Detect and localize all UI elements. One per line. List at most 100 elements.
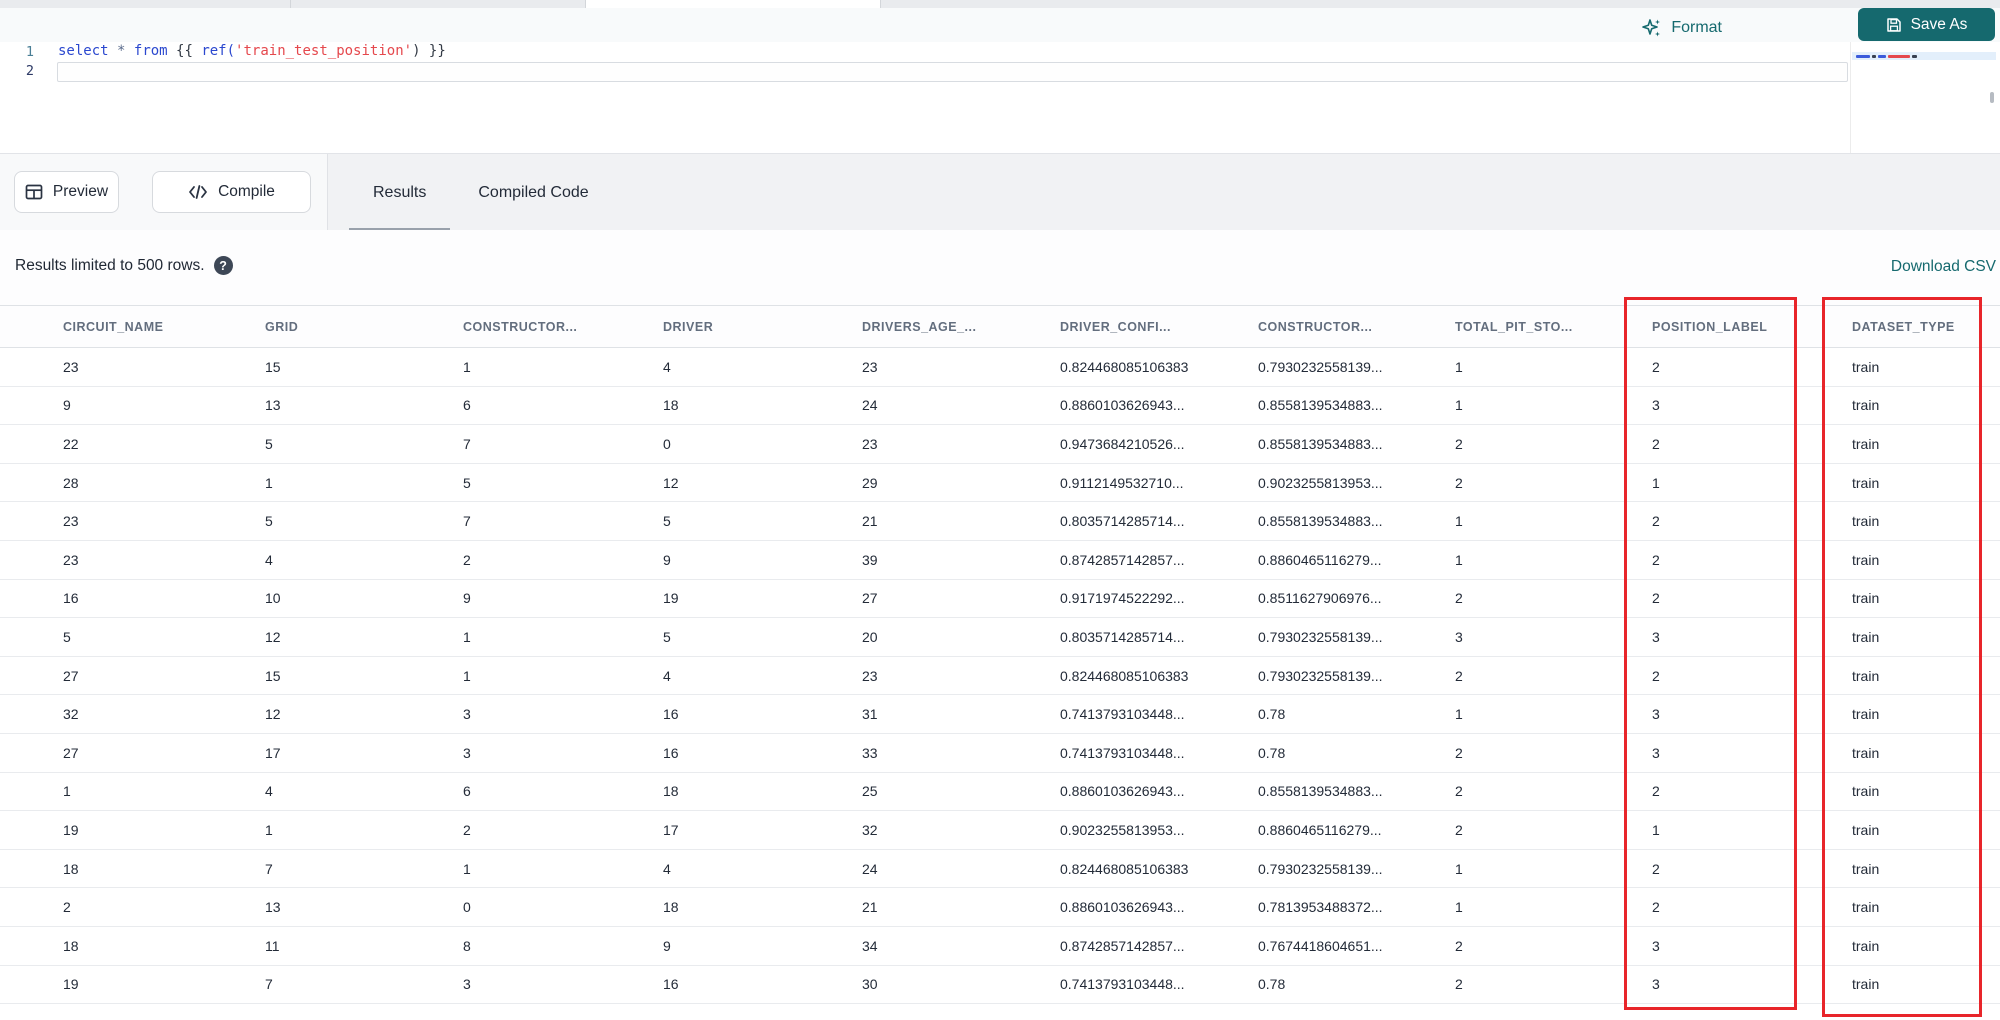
line-number-1: 1 xyxy=(25,44,34,60)
active-line-highlight xyxy=(57,62,1848,82)
preview-button[interactable]: Preview xyxy=(14,171,119,213)
table-cell: 2 xyxy=(1652,860,1660,877)
table-cell: 12 xyxy=(265,628,281,645)
save-as-button[interactable]: Save As xyxy=(1858,8,1995,41)
table-cell: 0.78 xyxy=(1258,744,1286,761)
table-cell: train xyxy=(1852,744,1880,761)
table-cell: 15 xyxy=(265,667,281,684)
table-cell: 5 xyxy=(663,513,671,530)
line-number-2: 2 xyxy=(25,63,34,79)
table-cell: train xyxy=(1852,628,1880,645)
table-cell: 39 xyxy=(862,551,878,568)
table-cell: 3 xyxy=(463,976,471,993)
results-table-header: CIRCUIT_NAME GRID CONSTRUCTOR... DRIVER DRIV… xyxy=(0,305,2000,348)
table-cell: 1 xyxy=(1652,474,1660,491)
table-cell: train xyxy=(1852,551,1880,568)
table-cell: 18 xyxy=(663,783,679,800)
column-header-constructor: CONSTRUCTOR... xyxy=(463,319,578,334)
table-cell: 4 xyxy=(265,551,273,568)
results-info-bar: Results limited to 500 rows. ? Download … xyxy=(0,230,2000,305)
table-row: 19 7 3 16 30 0.7413793103448... 0.78 2 3 train xyxy=(0,965,2000,1005)
table-cell: 10 xyxy=(265,590,281,607)
column-header-position_label: POSITION_LABEL xyxy=(1652,319,1768,334)
table-cell: 2 xyxy=(1455,667,1463,684)
table-cell: 5 xyxy=(265,513,273,530)
table-row: 18 7 1 4 24 0.824468085106383 0.7930232558139.… xyxy=(0,849,2000,889)
table-cell: 33 xyxy=(862,744,878,761)
compile-button[interactable]: Compile xyxy=(152,171,311,213)
column-header-driver: DRIVER xyxy=(663,319,714,334)
download-csv-link[interactable]: Download CSV xyxy=(1891,258,1996,276)
tab-separator xyxy=(880,0,881,8)
editor-minimap[interactable] xyxy=(1850,42,1996,153)
column-header-constructor: CONSTRUCTOR... xyxy=(1258,319,1373,334)
table-cell: 13 xyxy=(265,397,281,414)
table-cell: 0.824468085106383 xyxy=(1060,358,1189,375)
table-cell: 27 xyxy=(63,667,79,684)
table-cell: 0 xyxy=(463,899,471,916)
code-token-keyword: select xyxy=(58,43,109,59)
table-cell: 0.8035714285714... xyxy=(1060,628,1185,645)
results-limit-text: Results limited to 500 rows. xyxy=(15,256,205,274)
table-cell: 1 xyxy=(463,860,471,877)
table-cell: train xyxy=(1852,513,1880,530)
table-cell: 5 xyxy=(463,474,471,491)
table-row: 22 5 7 0 23 0.9473684210526... 0.8558139534883… xyxy=(0,425,2000,464)
tab-compiled-code[interactable]: Compiled Code xyxy=(452,154,614,231)
table-row: 23 5 7 5 21 0.8035714285714... 0.8558139534883… xyxy=(0,502,2000,541)
table-cell: 7 xyxy=(463,435,471,452)
table-cell: 2 xyxy=(1652,358,1660,375)
column-header-grid: GRID xyxy=(265,319,299,334)
table-cell: 0.7413793103448... xyxy=(1060,976,1185,993)
table-cell: 30 xyxy=(862,976,878,993)
compile-button-label: Compile xyxy=(218,183,275,200)
table-row: 2 13 0 18 21 0.8860103626943... 0.781395348837… xyxy=(0,888,2000,927)
minimap-slider[interactable] xyxy=(1990,92,1994,103)
table-row: 19 1 2 17 32 0.9023255813953... 0.886046511627… xyxy=(0,811,2000,850)
table-cell: 0.8558139534883... xyxy=(1258,397,1383,414)
table-cell: 0.7930232558139... xyxy=(1258,860,1383,877)
table-cell: 2 xyxy=(1652,551,1660,568)
table-cell: 23 xyxy=(63,513,79,530)
help-icon[interactable]: ? xyxy=(213,256,233,275)
minimap-highlighted-line xyxy=(1852,52,1996,60)
table-cell: 0.9023255813953... xyxy=(1060,821,1185,838)
table-cell: 16 xyxy=(663,744,679,761)
table-cell: 3 xyxy=(1652,397,1660,414)
table-cell: 1 xyxy=(463,358,471,375)
table-cell: 1 xyxy=(265,821,273,838)
column-header-driver_confi: DRIVER_CONFI... xyxy=(1060,319,1171,334)
table-cell: 7 xyxy=(265,976,273,993)
table-grid-icon xyxy=(25,183,43,201)
table-cell: 18 xyxy=(63,937,79,954)
table-cell: 0.7930232558139... xyxy=(1258,667,1383,684)
code-token-plain: {{ xyxy=(167,43,202,59)
table-cell: 12 xyxy=(265,706,281,723)
sql-code-editor[interactable]: 1 2 select * from {{ ref('train_test_pos… xyxy=(0,42,2000,153)
table-cell: 18 xyxy=(63,860,79,877)
table-cell: 27 xyxy=(63,744,79,761)
table-cell: 19 xyxy=(63,976,79,993)
table-cell: 2 xyxy=(463,551,471,568)
table-cell: 2 xyxy=(1455,590,1463,607)
table-cell: 0.8511627906976... xyxy=(1258,590,1382,607)
table-cell: 0.8558139534883... xyxy=(1258,513,1383,530)
table-cell: 21 xyxy=(862,899,878,916)
code-line-1[interactable]: select * from {{ ref('train_test_positio… xyxy=(58,43,446,59)
active-file-tab[interactable] xyxy=(585,0,880,8)
format-button-label: Format xyxy=(1671,19,1722,36)
table-cell: 9 xyxy=(663,551,671,568)
editor-actions: Preview Compile xyxy=(0,154,328,231)
table-cell: 21 xyxy=(862,513,878,530)
table-cell: train xyxy=(1852,976,1880,993)
table-cell: 1 xyxy=(1455,860,1463,877)
table-cell: train xyxy=(1852,358,1880,375)
tab-results[interactable]: Results xyxy=(347,154,452,231)
table-row: 5 12 1 5 20 0.8035714285714... 0.7930232558139… xyxy=(0,618,2000,657)
table-cell: 7 xyxy=(463,513,471,530)
table-cell: 34 xyxy=(862,937,878,954)
format-button[interactable]: Format xyxy=(1642,16,1722,40)
table-cell: 27 xyxy=(862,590,878,607)
table-cell: 1 xyxy=(1455,706,1463,723)
